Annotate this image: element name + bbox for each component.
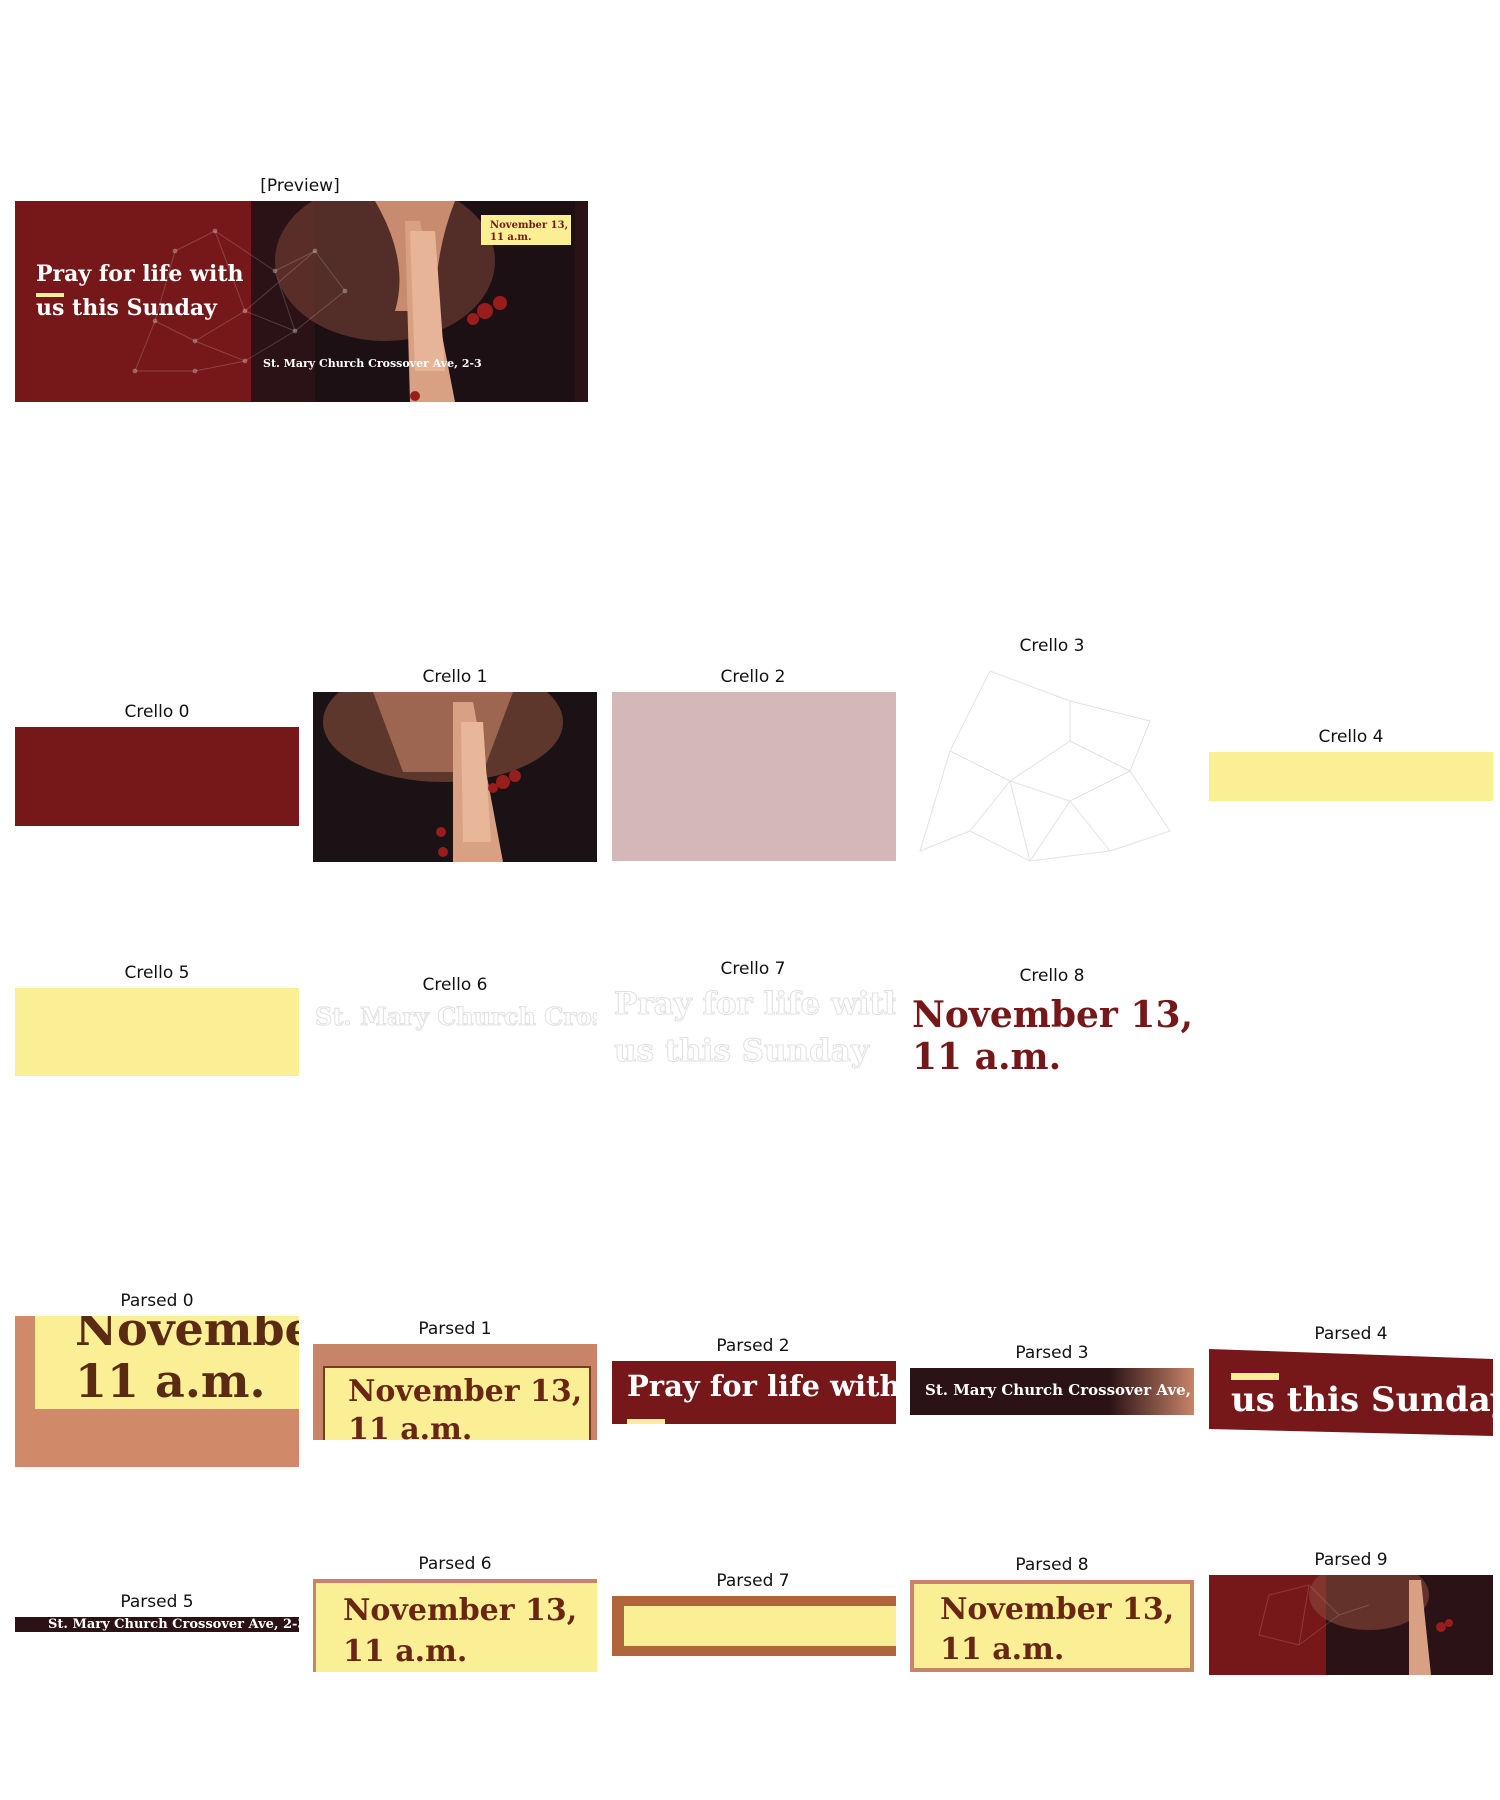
parsed-7-yellow-badge (624, 1606, 896, 1646)
crello-3-network (910, 661, 1194, 893)
parsed-9-label: Parsed 9 (1314, 1550, 1388, 1570)
parsed-4-label: Parsed 4 (1314, 1324, 1388, 1344)
crello-6-address-text: St. Mary Church Crossover Ave, 2-3 (313, 1000, 598, 1034)
parsed-2-accent-bar (627, 1419, 665, 1424)
crello-7-headline-2: us this Sunday (614, 1033, 870, 1069)
parsed-4-canvas: us this Sunday (1209, 1349, 1493, 1436)
crello-8-canvas: November 13, 11 a.m. (912, 994, 1193, 1078)
crello-6-address: St. Mary Church Crossover Ave, 2-3 (315, 1002, 597, 1031)
crello-0-maroon-rect (15, 727, 299, 826)
parsed-8-crop: November 13, 11 a.m. (910, 1580, 1194, 1672)
parsed-7-label: Parsed 7 (716, 1571, 790, 1591)
preview-address: St. Mary Church Crossover Ave, 2-3 (263, 357, 482, 370)
network-lines-graphic (919, 670, 1171, 862)
crello-1-photo (313, 692, 597, 862)
crello-7-canvas: Pray for life with us this Sunday (614, 986, 897, 1070)
parsed-5-crop: St. Mary Church Crossover Ave, 2-3 (15, 1617, 299, 1632)
crello-3-label: Crello 3 (1019, 636, 1085, 656)
preview-label: [Preview] (260, 176, 340, 196)
crello-1-label: Crello 1 (422, 667, 488, 687)
crello-4-yellow-rect (1209, 752, 1493, 801)
parsed-4-headline: us this Sunday (1231, 1380, 1493, 1420)
crello-2-pink-rect (612, 692, 896, 861)
parsed-4-accent-bar (1231, 1373, 1279, 1380)
parsed-0-crop: November 13, 11 a.m. (15, 1316, 299, 1467)
parsed-5-label: Parsed 5 (120, 1592, 194, 1612)
parsed-3-label: Parsed 3 (1015, 1343, 1089, 1363)
preview-banner: Pray for life with us this Sunday Novemb… (15, 201, 588, 402)
parsed-3-address: St. Mary Church Crossover Ave, 2-3 (925, 1381, 1194, 1399)
parsed-0-label: Parsed 0 (120, 1291, 194, 1311)
parsed-2-label: Parsed 2 (716, 1336, 790, 1356)
parsed-6-label: Parsed 6 (418, 1554, 492, 1574)
parsed-5-address: St. Mary Church Crossover Ave, 2-3 (48, 1617, 299, 1632)
crello-7-headline-1: Pray for life with (614, 986, 896, 1022)
parsed-6-date-2: 11 a.m. (343, 1634, 468, 1669)
crello-0-label: Crello 0 (124, 702, 190, 722)
parsed-8-date-1: November 13, (940, 1592, 1175, 1627)
parsed-8-date-2: 11 a.m. (940, 1632, 1065, 1667)
preview-date-2: 11 a.m. (490, 232, 531, 243)
parsed-9-crop (1209, 1575, 1493, 1675)
parsed-1-date-2: 11 a.m. (348, 1412, 473, 1440)
crello-5-label: Crello 5 (124, 963, 190, 983)
preview-headline-2: us this Sunday (36, 295, 218, 321)
crello-8-date-1: November 13, (912, 994, 1193, 1036)
crello-2-label: Crello 2 (720, 667, 786, 687)
parsed-6-crop: November 13, 11 a.m. (313, 1579, 597, 1672)
parsed-0-date-1: November 13, (75, 1316, 299, 1356)
crello-5-yellow-rect (15, 988, 299, 1076)
parsed-1-crop: November 13, 11 a.m. (313, 1344, 597, 1440)
parsed-7-crop (612, 1596, 896, 1656)
parsed-1-date-1: November 13, (348, 1374, 583, 1409)
crello-6-canvas: St. Mary Church Crossover Ave, 2-3 (315, 1002, 598, 1032)
crello-6-label: Crello 6 (422, 975, 488, 995)
parsed-4-crop: us this Sunday (1209, 1349, 1493, 1436)
preview-headline-1: Pray for life with (36, 261, 244, 287)
parsed-6-date-1: November 13, (343, 1593, 578, 1628)
parsed-3-crop: St. Mary Church Crossover Ave, 2-3 (910, 1368, 1194, 1415)
parsed-0-date-2: 11 a.m. (75, 1354, 266, 1408)
parsed-9-canvas (1209, 1575, 1493, 1675)
preview-date-1: November 13, (490, 220, 568, 231)
crello-8-date-2: 11 a.m. (912, 1036, 1061, 1078)
crello-8-label: Crello 8 (1019, 966, 1085, 986)
parsed-2-headline: Pray for life with (627, 1369, 896, 1403)
parsed-2-crop: Pray for life with (612, 1361, 896, 1424)
crello-4-label: Crello 4 (1318, 727, 1384, 747)
praying-hands-photo (313, 692, 597, 862)
crello-7-headline-text: Pray for life with us this Sunday (612, 984, 897, 1074)
crello-8-date-text: November 13, 11 a.m. (910, 991, 1194, 1081)
preview-canvas: Pray for life with us this Sunday Novemb… (15, 201, 588, 402)
crello-7-label: Crello 7 (720, 959, 786, 979)
parsed-1-label: Parsed 1 (418, 1319, 492, 1339)
parsed-8-label: Parsed 8 (1015, 1555, 1089, 1575)
